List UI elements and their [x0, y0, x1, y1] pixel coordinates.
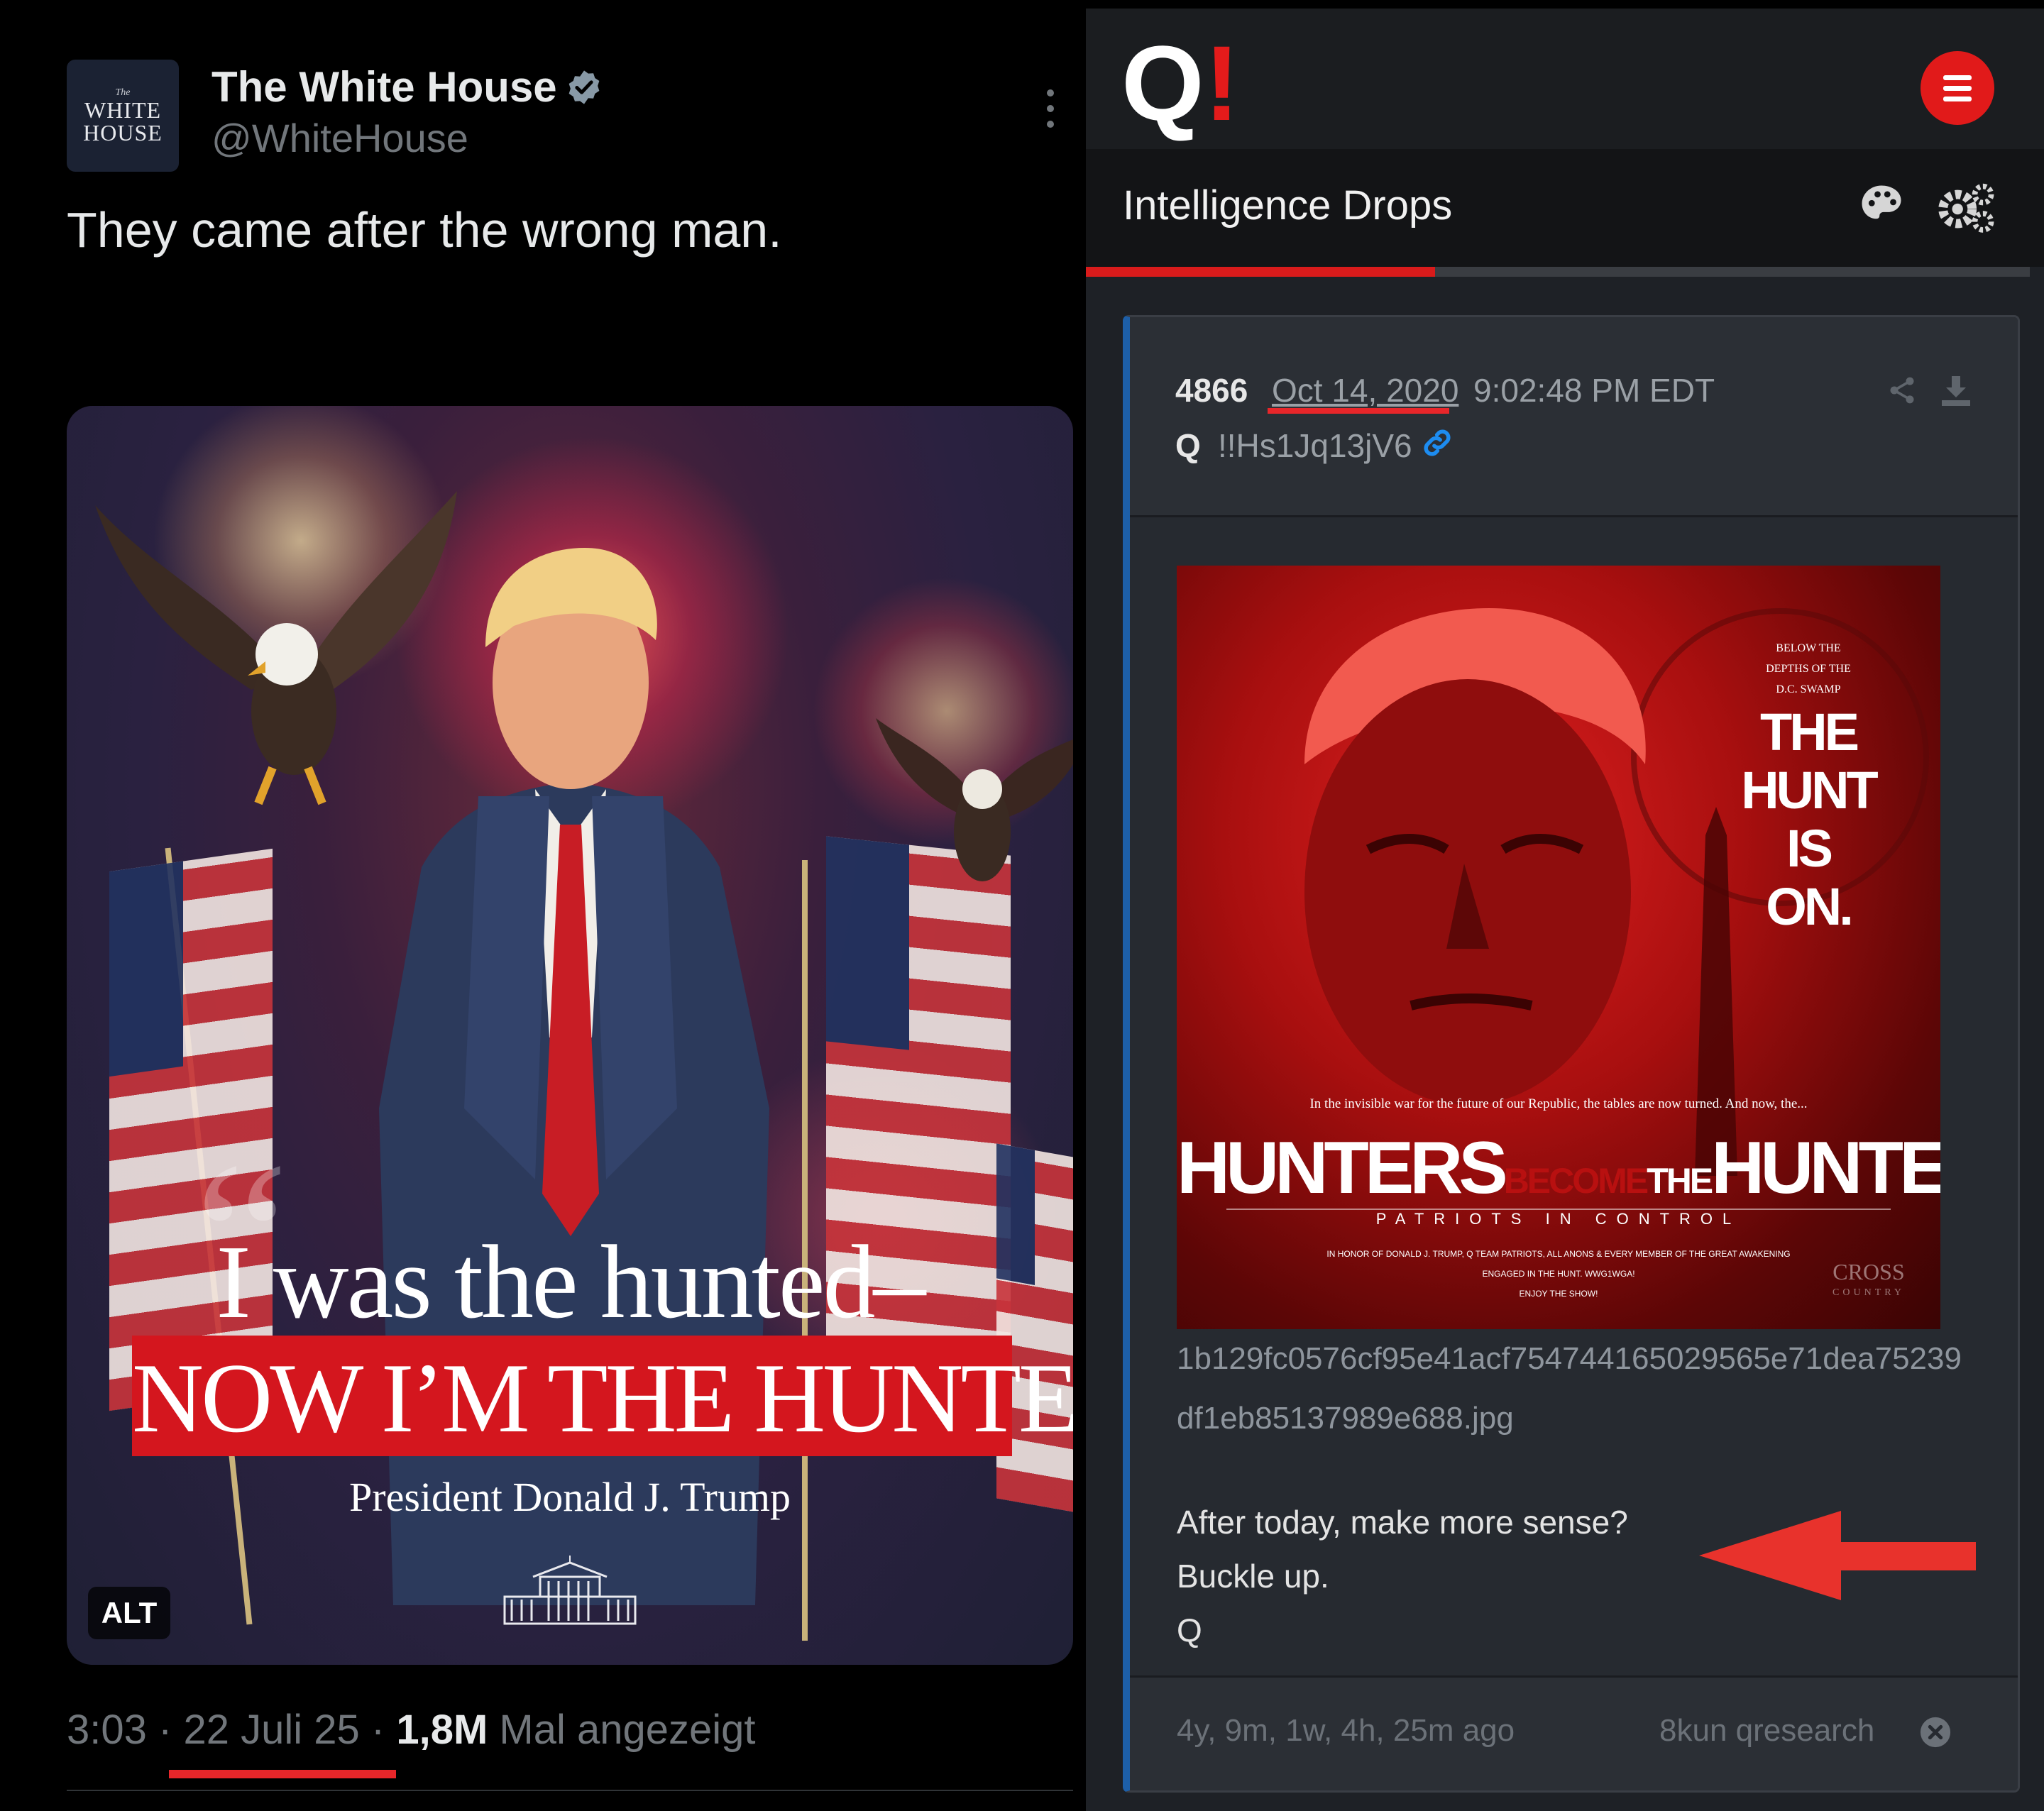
- post-body-line: Buckle up.: [1177, 1558, 1329, 1595]
- menu-icon: [1943, 75, 1972, 80]
- poster-big-line: THE: [1760, 703, 1859, 761]
- poster-small-text: BELOW THE DEPTHS OF THE D.C. SWAMP: [1737, 638, 1879, 700]
- settings-icon[interactable]: [1938, 182, 1996, 233]
- tweet-meta: 3:03 · 22 Juli 25 · 1,8M Mal angezeigt: [67, 1706, 756, 1754]
- poster-small-line: BELOW THE: [1776, 642, 1841, 654]
- date-highlight-underline: [1268, 408, 1449, 414]
- link-icon[interactable]: [1419, 425, 1455, 461]
- post-source[interactable]: 8kun qresearch: [1659, 1713, 1874, 1749]
- washington-monument: [1695, 807, 1737, 1176]
- poster-quote-line1: I was the hunted–: [216, 1224, 925, 1341]
- scroll-progress-bar: [1086, 267, 2030, 277]
- divider: [67, 1790, 1073, 1791]
- app-logo[interactable]: Q !: [1121, 30, 1240, 136]
- post-author: Q: [1175, 427, 1201, 464]
- meta-separator: ·: [370, 1707, 385, 1753]
- post-date[interactable]: Oct 14, 2020: [1272, 371, 1458, 409]
- qanon-app-panel: Q ! Intelligence Drops 4866 Oct 14, 2020: [1086, 0, 2044, 1811]
- poster-caption: In the invisible war for the future of o…: [1309, 1096, 1808, 1111]
- post-body-line: Q: [1177, 1612, 1202, 1648]
- logo-exclamation: !: [1204, 23, 1240, 143]
- post-tripcode: !!Hs1Jq13jV6: [1218, 427, 1412, 464]
- trump-face-portrait: [1304, 608, 1646, 1105]
- view-count: 1,8M: [396, 1707, 488, 1753]
- post-age: 4y, 9m, 1w, 4h, 25m ago: [1177, 1713, 1515, 1748]
- poster-big-text: THE HUNT IS ON.: [1737, 703, 1879, 936]
- app-header: Q !: [1086, 0, 2044, 149]
- more-options-icon[interactable]: [1036, 84, 1065, 133]
- drop-image[interactable]: BELOW THE DEPTHS OF THE D.C. SWAMP THE H…: [1177, 566, 1940, 1329]
- post-body: After today, make more sense? Buckle up.…: [1177, 1495, 1628, 1657]
- share-icon[interactable]: [1886, 374, 1918, 407]
- drop-card-footer: 4y, 9m, 1w, 4h, 25m ago 8kun qresearch: [1130, 1675, 2018, 1790]
- date-highlight-underline: [169, 1770, 396, 1778]
- menu-icon: [1943, 97, 1972, 101]
- red-arrow-annotation: [1699, 1511, 1976, 1600]
- poster-big-line: IS: [1786, 819, 1833, 878]
- eagle-illustration: [876, 718, 1073, 881]
- poster-big-line: HUNT: [1741, 761, 1879, 820]
- poster-headline-word: BECOME: [1503, 1161, 1649, 1201]
- poster-credit: President Donald J. Trump: [349, 1474, 791, 1520]
- poster-logo: CROSS COUNTRY: [1823, 1259, 1915, 1304]
- poster-fine-line: In honor of Donald J. Trump, Q Team Patr…: [1326, 1249, 1791, 1279]
- meta-separator: ·: [158, 1707, 172, 1753]
- drop-card-header: 4866 Oct 14, 2020 9:02:48 PM EDT Q !!Hs1…: [1130, 317, 2018, 517]
- post-body-line: After today, make more sense?: [1177, 1504, 1628, 1541]
- poster-fine-line: ENJOY THE SHOW!: [1519, 1289, 1598, 1299]
- menu-button[interactable]: [1921, 51, 1994, 125]
- poster-logo-main: CROSS: [1833, 1259, 1905, 1284]
- poster-headline: HUNTERSBECOMETHEHUNTED: [1177, 1126, 1940, 1211]
- download-icon[interactable]: [1939, 373, 1973, 408]
- drop-card: 4866 Oct 14, 2020 9:02:48 PM EDT Q !!Hs1…: [1123, 315, 2020, 1793]
- scroll-progress-fill: [1086, 267, 1436, 277]
- tweet-time[interactable]: 3:03: [67, 1707, 147, 1753]
- author-handle[interactable]: @WhiteHouse: [211, 115, 468, 161]
- tweet-panel: The WHITE HOUSE The White House @WhiteHo…: [0, 0, 1086, 1811]
- author-name[interactable]: The White House: [211, 62, 557, 111]
- poster-small-line: D.C. SWAMP: [1776, 683, 1841, 695]
- section-title: Intelligence Drops: [1123, 182, 1453, 229]
- post-number[interactable]: 4866: [1175, 371, 1248, 409]
- poster-fine-print: In honor of Donald J. Trump, Q Team Patr…: [1319, 1244, 1798, 1304]
- close-circle-icon[interactable]: [1919, 1716, 1952, 1749]
- alt-text-badge[interactable]: ALT: [88, 1587, 170, 1639]
- poster-headline-word: THE: [1647, 1161, 1713, 1201]
- tweet-image[interactable]: “ I was the hunted– NOW I’M THE HUNTER. …: [67, 406, 1073, 1665]
- palette-icon[interactable]: [1858, 182, 1905, 229]
- tweet-date[interactable]: 22 Juli 25: [183, 1707, 359, 1753]
- section-bar: Intelligence Drops: [1086, 149, 2044, 267]
- poster-headline-word: HUNTERS: [1177, 1127, 1508, 1209]
- poster-logo-sub: COUNTRY: [1833, 1287, 1905, 1298]
- view-count-label: Mal angezeigt: [499, 1707, 756, 1753]
- poster-quote-line2: NOW I’M THE HUNTER.: [132, 1343, 1073, 1453]
- avatar-text-house: HOUSE: [83, 120, 163, 145]
- verified-badge-icon: [568, 70, 600, 104]
- poster-subline: PATRIOTS IN CONTROL: [1375, 1210, 1742, 1228]
- white-house-emblem-icon: [503, 1556, 637, 1625]
- poster-big-line: ON.: [1766, 877, 1854, 936]
- post-time: 9:02:48 PM EDT: [1473, 372, 1715, 409]
- tweet-text: They came after the wrong man.: [67, 202, 782, 258]
- logo-letter: Q: [1121, 23, 1204, 143]
- image-filename[interactable]: 1b129fc0576cf95e41acf754744165029565e71d…: [1177, 1329, 1972, 1448]
- poster-headline-word: HUNTED: [1711, 1127, 1940, 1209]
- avatar-text-white: WHITE: [84, 97, 162, 123]
- poster-small-line: DEPTHS OF THE: [1766, 663, 1851, 675]
- menu-icon: [1943, 86, 1972, 91]
- avatar[interactable]: The WHITE HOUSE: [67, 60, 179, 172]
